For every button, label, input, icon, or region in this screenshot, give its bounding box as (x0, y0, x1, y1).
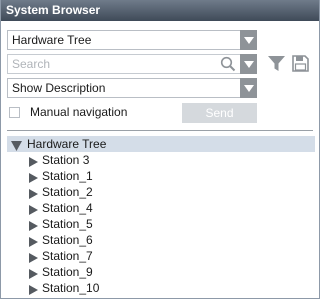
tree-node-label: Station_2 (42, 185, 93, 199)
search-icon[interactable] (220, 56, 236, 75)
divider (7, 130, 313, 131)
tree-node-station[interactable]: Station_2 (7, 184, 315, 200)
tree-root-node[interactable]: Hardware Tree (7, 136, 315, 152)
tree-node-label: Station_4 (42, 201, 93, 215)
tree-node-station[interactable]: Station_6 (7, 232, 315, 248)
save-icon[interactable] (292, 55, 309, 75)
manual-navigation-label: Manual navigation (30, 105, 128, 119)
tree-node-station[interactable]: Station_7 (7, 248, 315, 264)
view-selector-dropdown[interactable]: Hardware Tree (7, 30, 257, 50)
tree-node-station[interactable]: Station_1 (7, 168, 315, 184)
window-title: System Browser (1, 0, 319, 21)
tree-root-label: Hardware Tree (27, 137, 107, 151)
tree-node-station[interactable]: Station_4 (7, 200, 315, 216)
search-options-chevron-icon[interactable] (240, 54, 257, 74)
tree-node-station[interactable]: Station_5 (7, 216, 315, 232)
tree-node-label: Station_9 (42, 265, 93, 279)
tree-node-station[interactable]: Station_9 (7, 264, 315, 280)
tree-node-label: Station 3 (42, 153, 90, 167)
chevron-down-icon[interactable] (240, 78, 257, 98)
search-field[interactable] (7, 54, 257, 74)
tree-node-label: Station_5 (42, 217, 93, 231)
hardware-tree: Hardware Tree Station 3 Station_1 Station_… (7, 136, 315, 296)
tree-node-station[interactable]: Station_10 (7, 280, 315, 296)
search-input[interactable] (8, 55, 212, 73)
tree-node-station[interactable]: Station 3 (7, 152, 315, 168)
filter-icon[interactable] (268, 56, 285, 75)
tree-node-label: Station_6 (42, 233, 93, 247)
tree-node-label: Station_1 (42, 169, 93, 183)
description-selector-value: Show Description (12, 81, 106, 95)
view-selector-value: Hardware Tree (12, 33, 92, 47)
send-button[interactable]: Send (182, 103, 257, 123)
tree-node-label: Station_7 (42, 249, 93, 263)
description-selector-dropdown[interactable]: Show Description (7, 78, 257, 98)
tree-node-label: Station_10 (42, 281, 100, 295)
manual-navigation-checkbox[interactable] (9, 107, 20, 118)
chevron-down-icon[interactable] (240, 30, 257, 50)
system-browser-window: System Browser Hardware Tree Search Show… (0, 0, 320, 299)
collapsed-triangle-icon[interactable] (29, 283, 38, 298)
